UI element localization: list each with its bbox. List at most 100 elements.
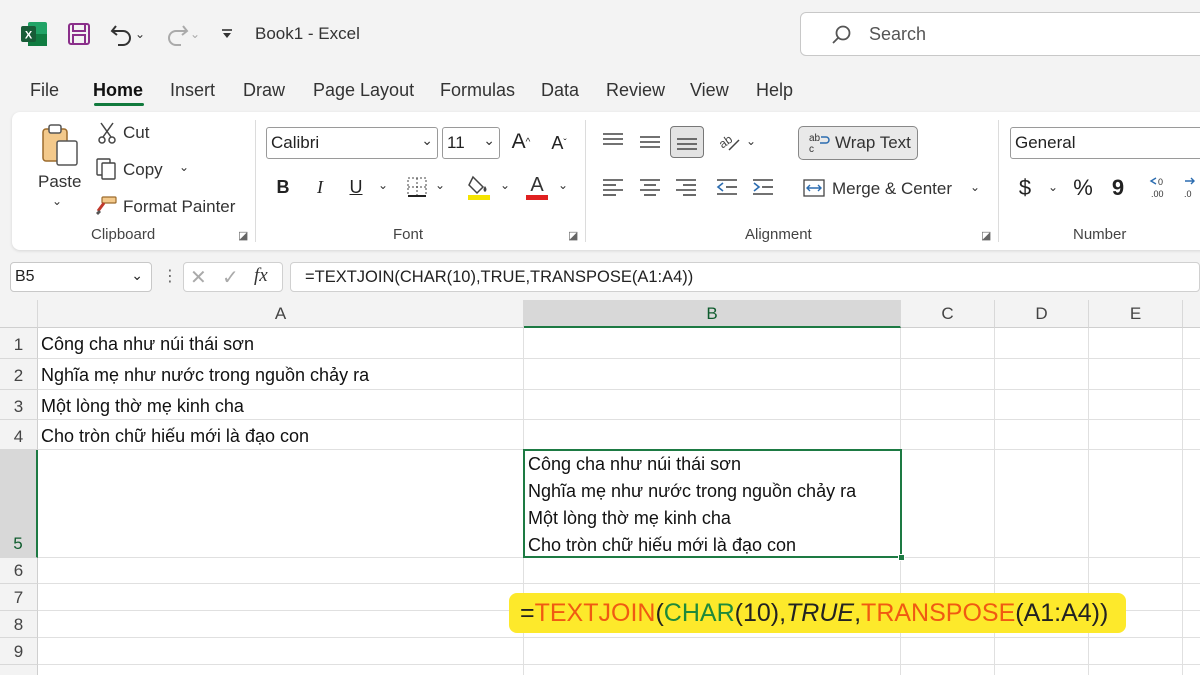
cell-a3[interactable]: Một lòng thờ mẹ kinh cha <box>41 396 244 417</box>
decrease-decimal-icon[interactable]: .0 <box>1182 174 1200 202</box>
tab-page-layout[interactable]: Page Layout <box>313 80 414 101</box>
cell-b5-line: Công cha như núi thái sơn <box>528 454 741 474</box>
gridline <box>38 583 1200 584</box>
tab-file[interactable]: File <box>30 80 59 101</box>
formula-input[interactable]: =TEXTJOIN(CHAR(10),TRUE,TRANSPOSE(A1:A4)… <box>290 262 1200 292</box>
fill-color-dropdown-icon[interactable]: ⌄ <box>500 178 510 192</box>
cell-a2[interactable]: Nghĩa mẹ như nước trong nguồn chảy ra <box>41 365 369 386</box>
redo-icon[interactable]: ⌄ <box>160 18 204 50</box>
copy-icon[interactable] <box>94 157 118 181</box>
column-header-c[interactable]: C <box>901 300 995 328</box>
font-color-icon[interactable]: A <box>524 172 550 202</box>
callout-part: (A1:A4)) <box>1015 599 1109 627</box>
font-color-dropdown-icon[interactable]: ⌄ <box>558 178 568 192</box>
italic-button[interactable]: I <box>309 174 331 200</box>
row-header-8[interactable]: 8 <box>0 611 38 638</box>
customize-toolbar-icon[interactable] <box>218 18 236 50</box>
paste-icon[interactable] <box>38 122 82 168</box>
cell-a4[interactable]: Cho tròn chữ hiếu mới là đạo con <box>41 426 309 447</box>
font-name-combo[interactable]: Calibri ⌄ <box>266 127 438 159</box>
column-header-a[interactable]: A <box>38 300 524 328</box>
decrease-indent-icon[interactable] <box>714 174 740 200</box>
align-center-icon[interactable] <box>637 174 663 200</box>
row-header-4[interactable]: 4 <box>0 420 38 450</box>
format-painter-icon[interactable] <box>94 194 118 218</box>
underline-button[interactable]: U <box>345 174 367 200</box>
align-right-icon[interactable] <box>673 174 699 200</box>
row-header-2[interactable]: 2 <box>0 359 38 390</box>
wrap-text-button[interactable]: ab c Wrap Text <box>798 126 918 160</box>
comma-format-icon[interactable]: 9 <box>1108 174 1128 202</box>
copy-dropdown-icon[interactable]: ⌄ <box>179 160 189 174</box>
undo-dropdown-icon[interactable]: ⌄ <box>135 27 145 41</box>
currency-format-icon[interactable]: $ <box>1014 174 1036 202</box>
fill-handle[interactable] <box>898 554 905 561</box>
percent-format-icon[interactable]: % <box>1070 174 1096 202</box>
clipboard-launcher-icon[interactable]: ◪ <box>238 229 248 242</box>
copy-button[interactable]: Copy <box>123 160 163 180</box>
fill-color-icon[interactable] <box>466 172 492 202</box>
underline-dropdown-icon[interactable]: ⌄ <box>378 178 388 192</box>
row-header-9[interactable]: 9 <box>0 638 38 665</box>
chevron-down-icon[interactable]: ⌄ <box>131 267 143 284</box>
tab-view[interactable]: View <box>690 80 729 101</box>
tab-home[interactable]: Home <box>93 80 143 101</box>
increase-decimal-icon[interactable]: 0.00 <box>1148 174 1174 202</box>
increase-font-size-icon[interactable]: A ^ <box>508 128 534 156</box>
align-bottom-icon[interactable] <box>670 126 704 158</box>
paste-button[interactable]: Paste <box>38 172 81 192</box>
tab-review[interactable]: Review <box>606 80 665 101</box>
enter-icon[interactable]: ✓ <box>222 265 239 290</box>
merge-dropdown-icon[interactable]: ⌄ <box>970 180 980 194</box>
align-top-icon[interactable] <box>600 128 626 154</box>
svg-text:ab: ab <box>716 132 735 151</box>
tab-help[interactable]: Help <box>756 80 793 101</box>
row-header-6[interactable]: 6 <box>0 558 38 584</box>
tab-formulas[interactable]: Formulas <box>440 80 515 101</box>
row-header-10[interactable] <box>0 665 38 675</box>
save-icon[interactable] <box>66 18 92 50</box>
orientation-dropdown-icon[interactable]: ⌄ <box>746 134 756 148</box>
ribbon-tabs: File Home Insert Draw Page Layout Formul… <box>0 70 1200 110</box>
row-header-1[interactable]: 1 <box>0 328 38 359</box>
insert-function-icon[interactable]: fx <box>254 265 268 287</box>
alignment-launcher-icon[interactable]: ◪ <box>981 229 991 242</box>
undo-icon[interactable]: ⌄ <box>106 18 148 50</box>
orientation-icon[interactable]: ab <box>714 128 742 156</box>
scissors-icon[interactable] <box>96 122 118 144</box>
search-box[interactable]: Search <box>800 12 1200 56</box>
cancel-icon[interactable]: ✕ <box>190 265 207 290</box>
decrease-font-size-icon[interactable]: Aˇ <box>546 130 572 156</box>
row-header-7[interactable]: 7 <box>0 584 38 611</box>
tab-draw[interactable]: Draw <box>243 80 285 101</box>
cut-button[interactable]: Cut <box>123 123 149 143</box>
merge-center-button[interactable]: Merge & Center <box>832 179 952 199</box>
row-header-5[interactable]: 5 <box>0 450 38 558</box>
tab-insert[interactable]: Insert <box>170 80 215 101</box>
currency-dropdown-icon[interactable]: ⌄ <box>1048 180 1058 194</box>
borders-dropdown-icon[interactable]: ⌄ <box>435 178 445 192</box>
cell-a1[interactable]: Công cha như núi thái sơn <box>41 334 254 355</box>
name-box[interactable]: B5 ⌄ <box>10 262 152 292</box>
redo-dropdown-icon[interactable]: ⌄ <box>190 27 200 41</box>
tab-data[interactable]: Data <box>541 80 579 101</box>
column-header-d[interactable]: D <box>995 300 1089 328</box>
font-size-combo[interactable]: 11 ⌄ <box>442 127 500 159</box>
align-left-icon[interactable] <box>600 174 626 200</box>
bold-button[interactable]: B <box>272 174 294 200</box>
column-header-f[interactable] <box>1183 300 1200 328</box>
column-header-e[interactable]: E <box>1089 300 1183 328</box>
row-header-3[interactable]: 3 <box>0 390 38 420</box>
merge-center-icon[interactable] <box>802 176 826 200</box>
column-header-b[interactable]: B <box>524 300 901 328</box>
increase-indent-icon[interactable] <box>750 174 776 200</box>
select-all-corner[interactable] <box>0 300 38 328</box>
number-format-combo[interactable]: General <box>1010 127 1200 159</box>
more-options-icon[interactable]: ⋮ <box>162 266 178 286</box>
font-launcher-icon[interactable]: ◪ <box>568 229 578 242</box>
borders-icon[interactable] <box>405 174 429 200</box>
group-divider <box>255 120 256 242</box>
paste-dropdown-icon[interactable]: ⌄ <box>52 194 62 208</box>
align-middle-icon[interactable] <box>637 128 663 156</box>
format-painter-button[interactable]: Format Painter <box>123 197 235 217</box>
